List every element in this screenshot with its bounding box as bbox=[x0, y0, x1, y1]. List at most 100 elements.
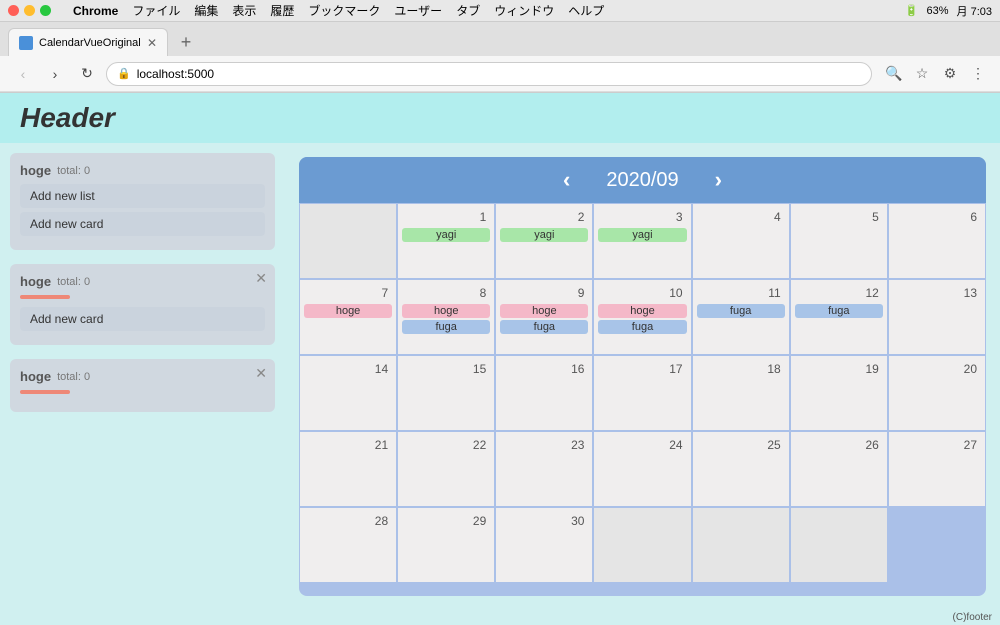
fullscreen-button[interactable] bbox=[40, 5, 51, 16]
cal-date-2: 2 bbox=[500, 208, 588, 226]
cal-cell-12: 12fuga bbox=[790, 279, 888, 355]
cal-cell-27: 27 bbox=[888, 431, 986, 507]
forward-button[interactable]: › bbox=[42, 61, 68, 87]
cal-event-10-1[interactable]: fuga bbox=[598, 320, 686, 334]
menu-history[interactable]: 履歴 bbox=[270, 2, 294, 19]
cal-event-7-0[interactable]: hoge bbox=[304, 304, 392, 318]
cal-date-20: 20 bbox=[893, 360, 981, 378]
cal-cell-19: 19 bbox=[790, 355, 888, 431]
cal-cell-15: 15 bbox=[397, 355, 495, 431]
list-card-header-0: hoge total: 0 bbox=[20, 163, 265, 178]
menu-user[interactable]: ユーザー bbox=[394, 2, 442, 19]
menu-view[interactable]: 表示 bbox=[232, 2, 256, 19]
traffic-lights bbox=[8, 5, 51, 16]
footer-label: (C)footer bbox=[953, 612, 992, 623]
cal-date-3: 3 bbox=[598, 208, 686, 226]
cal-event-10-0[interactable]: hoge bbox=[598, 304, 686, 318]
cal-event-8-1[interactable]: fuga bbox=[402, 320, 490, 334]
menu-bookmarks[interactable]: ブックマーク bbox=[308, 2, 380, 19]
cal-cell-4: 4 bbox=[692, 203, 790, 279]
cal-date-17: 17 bbox=[598, 360, 686, 378]
cal-date-1: 1 bbox=[402, 208, 490, 226]
nav-bar: ‹ › ↻ 🔒 localhost:5000 🔍 ☆ ⚙ ⋮ bbox=[0, 56, 1000, 92]
cal-cell-8: 8hogefuga bbox=[397, 279, 495, 355]
cal-event-11-0[interactable]: fuga bbox=[697, 304, 785, 318]
new-tab-button[interactable]: + bbox=[172, 28, 200, 56]
cal-events-3: yagi bbox=[598, 228, 686, 242]
list-card-title-2: hoge bbox=[20, 369, 51, 384]
minimize-button[interactable] bbox=[24, 5, 35, 16]
cal-date-15: 15 bbox=[402, 360, 490, 378]
calendar-grid: 1yagi2yagi3yagi4567hoge8hogefuga9hogefug… bbox=[299, 203, 986, 583]
cal-date-13: 13 bbox=[893, 284, 981, 302]
bookmark-icon[interactable]: ☆ bbox=[910, 62, 934, 86]
browser-tab[interactable]: CalendarVueOriginal ✕ bbox=[8, 28, 168, 56]
cal-date-16: 16 bbox=[500, 360, 588, 378]
cal-date-27: 27 bbox=[893, 436, 981, 454]
cal-cell-10: 10hogefuga bbox=[593, 279, 691, 355]
cal-cell-7: 7hoge bbox=[299, 279, 397, 355]
cal-event-1-0[interactable]: yagi bbox=[402, 228, 490, 242]
cal-cell-22: 22 bbox=[397, 431, 495, 507]
tab-close-button[interactable]: ✕ bbox=[147, 36, 157, 50]
cal-events-8: hoge fuga bbox=[402, 304, 490, 334]
add-new-card-button-1[interactable]: Add new card bbox=[20, 307, 265, 331]
menu-help[interactable]: ヘルプ bbox=[568, 2, 604, 19]
cal-event-8-0[interactable]: hoge bbox=[402, 304, 490, 318]
nav-icons: 🔍 ☆ ⚙ ⋮ bbox=[882, 62, 990, 86]
main-layout: hoge total: 0 Add new list Add new card … bbox=[0, 143, 1000, 610]
cal-cell-16: 16 bbox=[495, 355, 593, 431]
cal-cell-28: 28 bbox=[299, 507, 397, 583]
menu-file[interactable]: ファイル bbox=[132, 2, 180, 19]
lock-icon: 🔒 bbox=[117, 67, 131, 80]
cal-cell-0 bbox=[299, 203, 397, 279]
add-new-list-button[interactable]: Add new list bbox=[20, 184, 265, 208]
cal-cell-14: 14 bbox=[299, 355, 397, 431]
menubar-right: 🔋 63% 月 7:03 bbox=[905, 3, 992, 19]
cal-cell-30: 30 bbox=[495, 507, 593, 583]
cal-event-2-0[interactable]: yagi bbox=[500, 228, 588, 242]
cal-date-21: 21 bbox=[304, 436, 392, 454]
menubar: Chrome ファイル 編集 表示 履歴 ブックマーク ユーザー タブ ウィンド… bbox=[0, 0, 1000, 22]
reload-button[interactable]: ↻ bbox=[74, 61, 100, 87]
cal-event-9-1[interactable]: fuga bbox=[500, 320, 588, 334]
cal-events-11: fuga bbox=[697, 304, 785, 318]
menu-tab[interactable]: タブ bbox=[456, 2, 480, 19]
header-title: Header bbox=[20, 102, 115, 134]
add-new-card-button-0[interactable]: Add new card bbox=[20, 212, 265, 236]
cal-date-25: 25 bbox=[697, 436, 785, 454]
next-month-button[interactable]: › bbox=[709, 167, 728, 193]
cal-cell-18: 18 bbox=[692, 355, 790, 431]
cal-date-9: 9 bbox=[500, 284, 588, 302]
list-card-total-1: total: 0 bbox=[57, 276, 90, 288]
extensions-icon[interactable]: ⚙ bbox=[938, 62, 962, 86]
cal-cell-13: 13 bbox=[888, 279, 986, 355]
cal-cell-9: 9 hoge fuga bbox=[495, 279, 593, 355]
search-icon[interactable]: 🔍 bbox=[882, 62, 906, 86]
cal-date-24: 24 bbox=[598, 436, 686, 454]
cal-event-3-0[interactable]: yagi bbox=[598, 228, 686, 242]
app-header: Header bbox=[0, 93, 1000, 143]
cal-event-12-0[interactable]: fuga bbox=[795, 304, 883, 318]
cal-event-9-0[interactable]: hoge bbox=[500, 304, 588, 318]
address-bar[interactable]: 🔒 localhost:5000 bbox=[106, 62, 872, 86]
list-card-close-2[interactable]: ✕ bbox=[255, 365, 267, 382]
cal-cell-26: 26 bbox=[790, 431, 888, 507]
list-card-close-1[interactable]: ✕ bbox=[255, 270, 267, 287]
prev-month-button[interactable]: ‹ bbox=[557, 167, 576, 193]
cal-cell-2: 2 yagi bbox=[495, 203, 593, 279]
menu-icon[interactable]: ⋮ bbox=[966, 62, 990, 86]
cal-events-12: fuga bbox=[795, 304, 883, 318]
menu-edit[interactable]: 編集 bbox=[194, 2, 218, 19]
close-button[interactable] bbox=[8, 5, 19, 16]
cal-cell-21: 21 bbox=[299, 431, 397, 507]
back-button[interactable]: ‹ bbox=[10, 61, 36, 87]
cal-date-18: 18 bbox=[697, 360, 785, 378]
cal-cell-17: 17 bbox=[593, 355, 691, 431]
cal-cell-11: 11fuga bbox=[692, 279, 790, 355]
calendar-month-title: 2020/09 bbox=[606, 169, 678, 192]
list-card-2: ✕ hoge total: 0 bbox=[10, 359, 275, 412]
menu-window[interactable]: ウィンドウ bbox=[494, 2, 554, 19]
cal-date-23: 23 bbox=[500, 436, 588, 454]
tab-favicon bbox=[19, 36, 33, 50]
